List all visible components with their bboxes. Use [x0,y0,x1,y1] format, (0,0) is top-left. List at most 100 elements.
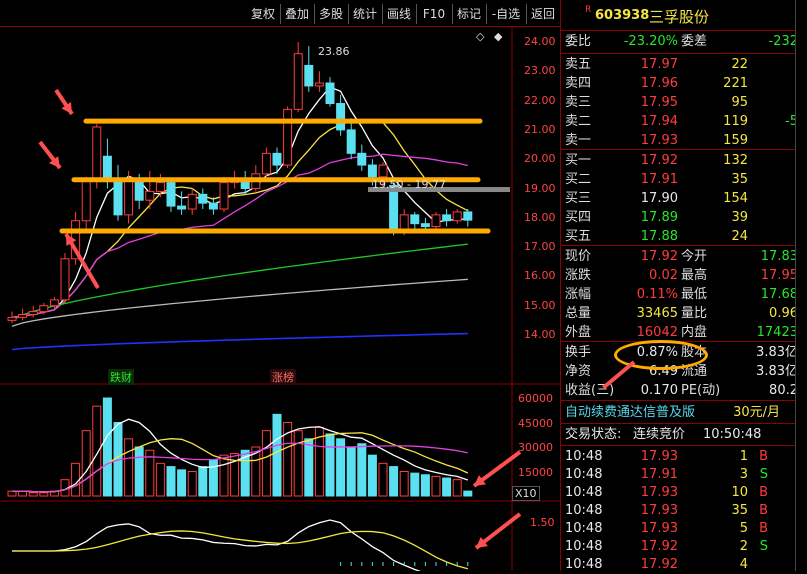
candle-body [219,182,229,210]
candle-body [420,223,430,228]
candle-body [378,164,388,178]
toolbar-overlay-button[interactable]: 叠加 [280,4,315,24]
toolbar-back-button[interactable]: 返回 [526,4,560,24]
candle-body [442,214,452,222]
ask-price: 17.97 [640,57,678,72]
corner-extend-icon[interactable]: ◆ [494,30,502,43]
tick-volume: 1 [739,449,748,464]
tick-side: S [759,539,768,554]
candle-body [28,311,38,315]
promo-text[interactable]: 自动续费通达信普及版 [565,403,695,422]
volume-bar [102,397,112,497]
chart-tag-1: 跌财 [108,369,134,385]
volume-bar [81,430,91,497]
tick-row: 10:48 17.92 4 [561,555,807,574]
toolbar-draw-button[interactable]: 画线 [382,4,417,24]
volume-bar [261,430,271,497]
volume-bar [389,466,399,497]
price-tick: 15.00 [524,298,556,312]
quote-value-1: 17.92 [640,249,678,264]
promo-row[interactable]: 自动续费通达信普及版 30元/月 [561,403,807,422]
volume-tick: 15000 [518,465,553,479]
tick-row: 10:48 17.93 10 B [561,483,807,502]
tick-price: 17.93 [640,485,678,500]
macd-line [12,519,422,571]
tick-price: 17.91 [640,467,678,482]
volume-bar [134,446,144,497]
ask-volume: 159 [723,133,748,148]
tick-time: 10:48 [565,521,603,536]
toolbar-multi-stock-button[interactable]: 多股 [314,4,349,24]
ask-price: 17.93 [640,133,678,148]
r-badge: R [585,5,592,15]
ma250-line [11,332,468,351]
ask-row: 卖一 17.93 159 [561,131,807,150]
candle-body [304,64,314,87]
quote-label-1: 现价 [565,249,592,264]
tick-row: 10:48 17.91 3 S [561,465,807,484]
candle-body [145,190,155,201]
quote-label-2: 最高 [681,268,708,283]
quote-value-2: 17.83 [760,249,798,264]
quote-value-2: 17423 [756,325,798,340]
tick-volume: 4 [739,557,748,572]
quote-row: 外盘 16042 内盘 17423 [561,323,807,342]
toolbar-fuquan-button[interactable]: 复权 [246,4,281,24]
bid-label: 买三 [565,191,592,206]
fund-row: 收益(三) 0.170 PE(动) 80.2 [561,381,807,400]
quote-value-2: 17.95 [760,268,798,283]
candle-body [18,313,28,318]
candle-body [177,205,187,210]
volume-bar [187,471,197,497]
tick-price: 17.92 [640,539,678,554]
quote-row: 涨跌 0.02 最高 17.95 [561,266,807,285]
tick-side: S [759,467,768,482]
candle-body [208,202,218,210]
promo-price[interactable]: 30元/月 [733,403,780,422]
volume-bar [166,466,176,497]
toolbar-f10-button[interactable]: F10 [416,4,453,24]
fund-label-1: 净资 [565,364,592,379]
fund-value-1: 0.170 [640,383,678,398]
price-tick: 21.00 [524,122,556,136]
volume-bar [177,469,187,497]
candle-body [39,305,49,313]
macd-axis-label: 1.50 [530,516,555,529]
candle-body [346,129,356,154]
toolbar-stats-button[interactable]: 统计 [348,4,383,24]
bid-row: 买二 17.91 35 [561,170,807,189]
toolbar-mark-button[interactable]: 标记 [452,4,487,24]
fund-label-1: 换手 [565,345,592,360]
volume-bar [208,459,218,497]
tick-row: 10:48 17.93 1 B [561,447,807,466]
ask-row: 卖三 17.95 95 [561,93,807,112]
fund-value-2: 3.83亿 [756,364,798,379]
candle-body [155,182,165,192]
ask-label: 卖五 [565,57,592,72]
tick-time: 10:48 [565,485,603,500]
candle-body [336,103,346,131]
bid-volume: 35 [731,172,748,187]
stock-name: 三孚股份 [649,8,710,26]
tick-side: B [759,485,768,500]
kline-chart[interactable] [0,26,560,571]
volume-bar [7,490,17,497]
toolbar-watchlist-button[interactable]: -自选 [486,4,527,24]
wc-value: -232 [768,34,798,49]
candle-body [49,299,59,307]
tick-volume: 35 [731,503,748,518]
ma10-line [11,119,469,319]
corner-diamond-icon[interactable]: ◇ [476,30,484,43]
bid-volume: 24 [731,229,748,244]
wb-label: 委比 [565,34,592,49]
chart-toolbar: 复权 叠加 多股 统计 画线 F10 标记 -自选 返回 [0,0,560,27]
volume-ma-line [12,442,468,493]
trade-status-label: 交易状态: [565,427,622,442]
candle-body [261,152,271,175]
candle-body [367,164,377,178]
tick-row: 10:48 17.92 2 S [561,537,807,556]
candle-body [293,53,303,110]
ask-price: 17.95 [640,95,678,110]
stock-code: 603938 [595,8,650,23]
ask-volume: 22 [731,57,748,72]
